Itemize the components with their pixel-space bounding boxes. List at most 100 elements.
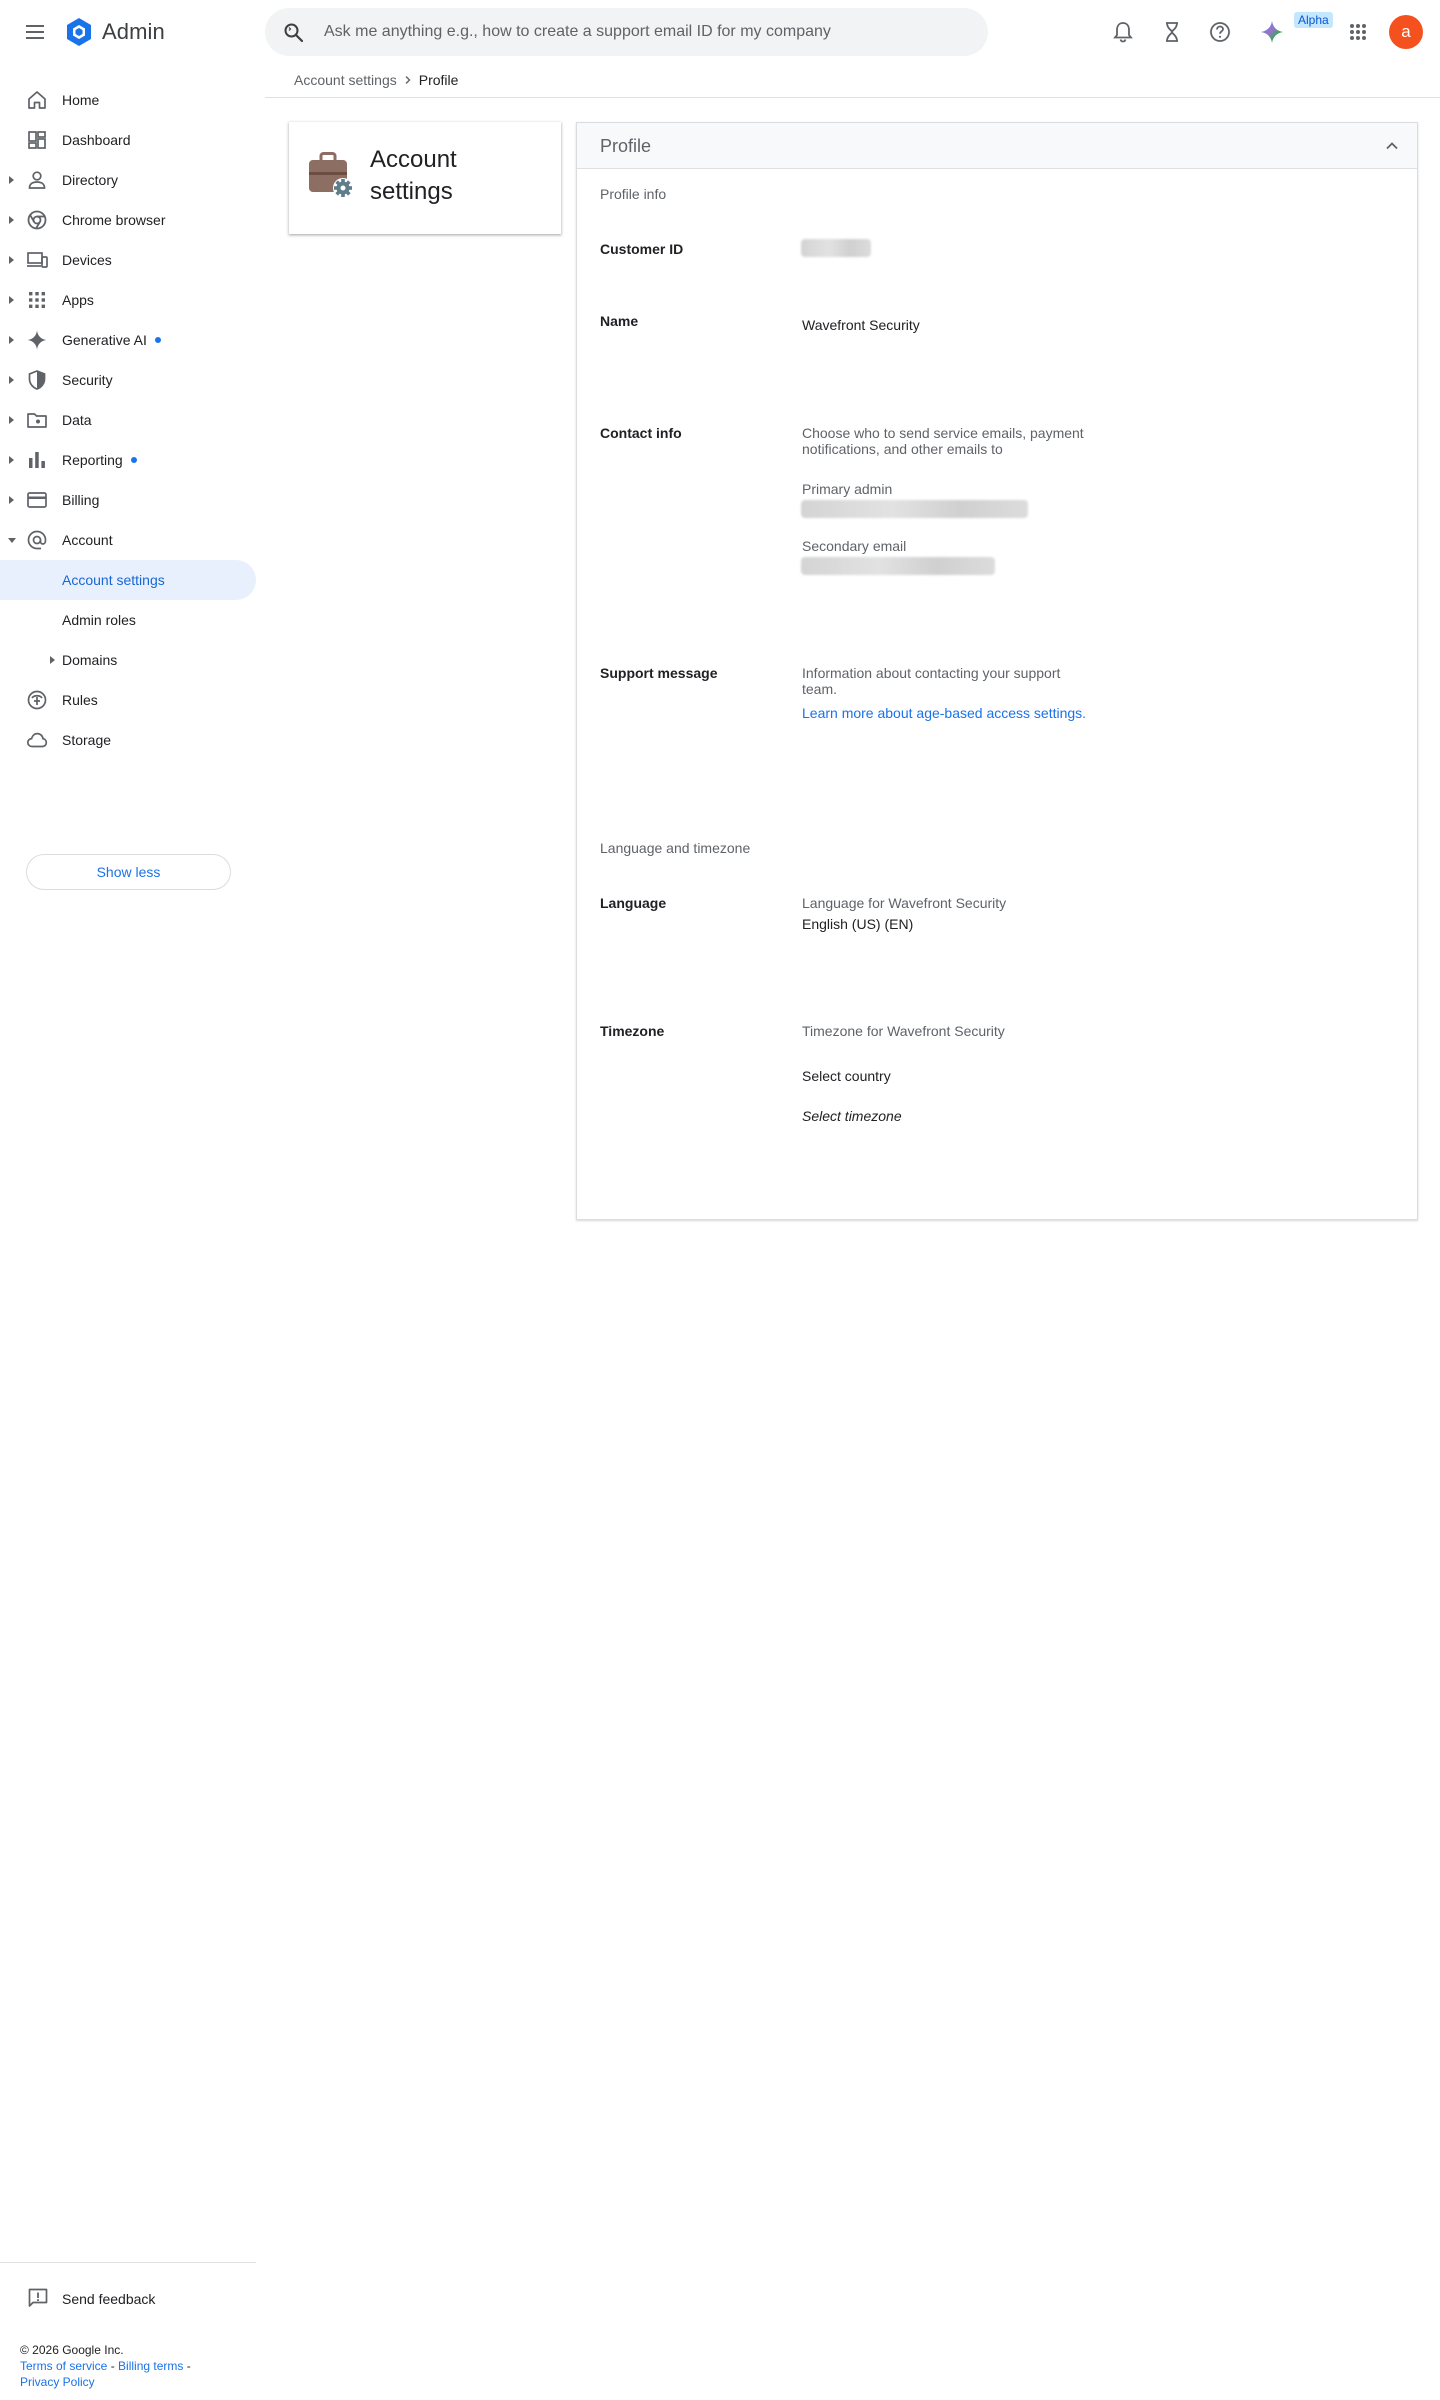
profile-panel-header[interactable]: Profile [577,123,1417,169]
sidebar-item-admin-roles[interactable]: Admin roles [0,600,256,640]
sidebar-item-label: Dashboard [62,132,131,148]
customer-id-label: Customer ID [600,241,684,257]
expand-arrow-icon [9,456,14,464]
search-input[interactable] [322,16,962,48]
terms-of-service-link[interactable]: Terms of service [20,2359,107,2373]
tasks-hourglass-icon[interactable] [1156,16,1188,48]
billing-terms-link[interactable]: Billing terms [118,2359,183,2373]
account-settings-title: Account settings [370,146,457,205]
sidebar-item-label: Account [62,532,113,548]
sidebar-item-security[interactable]: Security [0,360,256,400]
sidebar-item-account-settings[interactable]: Account settings [0,560,256,600]
sidebar-footer-divider [0,2262,256,2263]
sidebar-item-billing[interactable]: Billing [0,480,256,520]
age-based-access-link[interactable]: Learn more about age-based access settin… [802,705,1086,721]
sidebar-item-label: Billing [62,492,100,508]
gemini-sparkle-icon[interactable] [1256,16,1288,48]
footer-separator: - [107,2359,119,2373]
briefcase-gear-icon [309,152,353,198]
home-icon [28,91,46,109]
language-timezone-section-label: Language and timezone [600,840,751,856]
credit-card-icon [27,492,47,508]
sidebar-item-apps[interactable]: Apps [0,280,256,320]
send-feedback-button[interactable]: Send feedback [0,2280,256,2316]
sidebar-item-label: Security [62,372,113,388]
sidebar-item-dashboard[interactable]: Dashboard [0,120,256,160]
sidebar-item-storage[interactable]: Storage [0,720,256,760]
google-apps-icon[interactable] [1342,16,1374,48]
folder-icon [27,413,47,428]
sidebar-item-domains[interactable]: Domains [0,640,256,680]
sidebar-item-data[interactable]: Data [0,400,256,440]
search-bar[interactable] [265,8,988,56]
sidebar-item-label: Domains [62,652,118,668]
sidebar-item-label: Home [62,92,100,108]
sidebar-item-directory[interactable]: Directory [0,160,256,200]
name-value: Wavefront Security [802,317,920,333]
contact-info-description-line1: Choose who to send service emails, payme… [802,425,1084,441]
secondary-email-label: Secondary email [802,538,907,554]
support-message-description-line2: team. [802,681,838,697]
cloud-icon [26,732,48,748]
at-sign-icon [27,530,47,550]
notifications-bell-icon[interactable] [1107,16,1139,48]
sidebar-item-account[interactable]: Account [0,520,256,560]
search-icon [283,22,305,44]
top-app-bar: Admin Alpha a [0,0,1440,64]
chevron-up-icon[interactable] [1385,139,1399,153]
profile-info-section-label: Profile info [600,186,667,202]
language-value: English (US) (EN) [802,916,914,932]
sparkle-icon [27,330,47,350]
sidebar-item-generative-ai[interactable]: Generative AI [0,320,256,360]
admin-logo[interactable]: Admin [64,16,165,48]
expand-arrow-icon [9,296,14,304]
sidebar-item-reporting[interactable]: Reporting [0,440,256,480]
dashboard-icon [28,131,46,149]
sidebar-item-label: Storage [62,732,112,748]
sidebar-item-label: Data [62,412,92,428]
sidebar-item-label: Reporting [62,452,137,468]
sidebar-item-label: Devices [62,252,112,268]
expand-arrow-icon [9,416,14,424]
sidebar-item-label: Directory [62,172,119,188]
account-settings-card: Account settings [289,122,561,234]
expand-arrow-icon [9,176,14,184]
expand-arrow-icon [9,216,14,224]
sidebar-footer: © 2026 Google Inc. Terms of service - Bi… [20,2342,220,2390]
privacy-policy-link[interactable]: Privacy Policy [20,2375,95,2389]
breadcrumb-account-settings[interactable]: Account settings [294,72,397,88]
person-icon [28,171,46,189]
copyright-text: © 2026 Google Inc. [20,2343,124,2357]
footer-separator: - [183,2359,191,2373]
expand-arrow-icon [9,256,14,264]
timezone-label[interactable]: Timezone [600,1023,664,1039]
support-message-description-line1: Information about contacting your suppor… [802,665,1061,681]
new-indicator-dot [130,457,137,464]
breadcrumb: Account settings Profile [294,72,458,88]
sidebar-item-chrome-browser[interactable]: Chrome browser [0,200,256,240]
help-icon[interactable] [1204,16,1236,48]
devices-icon [27,252,48,268]
sidebar-item-devices[interactable]: Devices [0,240,256,280]
language-label[interactable]: Language [600,895,666,911]
timezone-country-value: Select country [802,1068,891,1084]
primary-admin-label: Primary admin [802,481,893,497]
sidebar-item-home[interactable]: Home [0,80,256,120]
send-feedback-label: Send feedback [62,2291,156,2307]
name-label: Name [600,313,639,329]
customer-id-redacted [801,239,871,257]
new-indicator-dot [154,337,161,344]
account-avatar[interactable]: a [1389,15,1423,49]
support-message-label[interactable]: Support message [600,665,717,681]
show-less-button[interactable]: Show less [26,854,231,890]
apps-grid-icon [29,292,45,308]
secondary-email-redacted [801,557,995,575]
alpha-badge: Alpha [1294,12,1333,28]
sidebar-item-label: Account settings [62,572,165,588]
sidebar-item-label: Apps [62,292,94,308]
contact-info-label[interactable]: Contact info [600,425,682,441]
sidebar-item-rules[interactable]: Rules [0,680,256,720]
main-menu-icon[interactable] [20,18,52,46]
bar-chart-icon [29,452,45,468]
sidebar-item-label: Generative AI [62,332,161,348]
